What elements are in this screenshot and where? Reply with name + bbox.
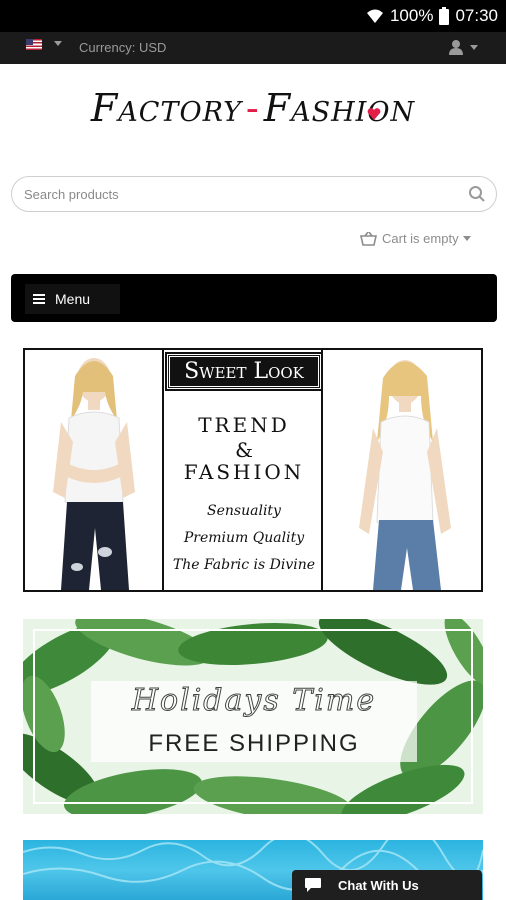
chevron-down-icon <box>462 236 471 241</box>
model-image-right <box>359 360 451 590</box>
premium-quality-text: Premium Quality <box>183 530 305 546</box>
search-input[interactable] <box>24 186 454 202</box>
menu-bar: Menu <box>11 274 497 322</box>
holidays-title: Holidays Time <box>131 683 377 719</box>
us-flag-icon[interactable] <box>26 39 42 50</box>
cart-icon <box>360 231 377 246</box>
model-image-left <box>53 358 135 590</box>
logo-part-fashion: Fashion <box>263 86 416 130</box>
chevron-down-icon[interactable] <box>54 41 62 46</box>
chevron-down-icon[interactable] <box>470 45 478 50</box>
top-utility-bar: Currency: USD <box>0 32 506 64</box>
user-icon[interactable] <box>448 39 464 58</box>
fashion-text: FASHION <box>183 460 305 484</box>
chat-widget[interactable]: Chat With Us <box>292 870 482 900</box>
site-logo[interactable]: Factory - Fashion <box>0 86 506 148</box>
banner-sweet-look[interactable]: Sweet Look TREND & FASHION Sensuality Pr… <box>23 348 483 592</box>
logo-part-factory: Factory <box>90 86 242 130</box>
search-icon[interactable] <box>468 185 486 208</box>
logo-separator: - <box>245 86 260 130</box>
menu-button[interactable]: Menu <box>25 284 120 314</box>
free-shipping-text: FREE SHIPPING <box>148 730 360 757</box>
heart-icon <box>367 108 381 120</box>
sensuality-text: Sensuality <box>207 503 281 519</box>
trend-text: TREND <box>198 413 290 437</box>
menu-label: Menu <box>55 291 91 307</box>
chat-label: Chat With Us <box>338 877 419 893</box>
battery-icon <box>439 7 450 25</box>
banner-holidays[interactable]: Holidays Time FREE SHIPPING <box>23 619 483 814</box>
banner-divider <box>162 350 164 590</box>
chat-bubble-icon <box>304 877 322 893</box>
battery-percent: 100% <box>389 6 434 25</box>
hamburger-icon <box>33 292 45 306</box>
currency-selector[interactable]: Currency: USD <box>79 40 166 55</box>
cart-dropdown[interactable]: Cart is empty <box>360 231 471 246</box>
status-bar: 100% 07:30 <box>0 0 506 32</box>
search-box <box>11 176 497 212</box>
ampersand-text: & <box>235 438 253 462</box>
sweet-look-heading: Sweet Look <box>165 352 323 391</box>
cart-label: Cart is empty <box>382 231 459 246</box>
fabric-divine-text: The Fabric is Divine <box>172 557 316 573</box>
clock: 07:30 <box>455 6 498 25</box>
wifi-icon <box>366 8 384 24</box>
